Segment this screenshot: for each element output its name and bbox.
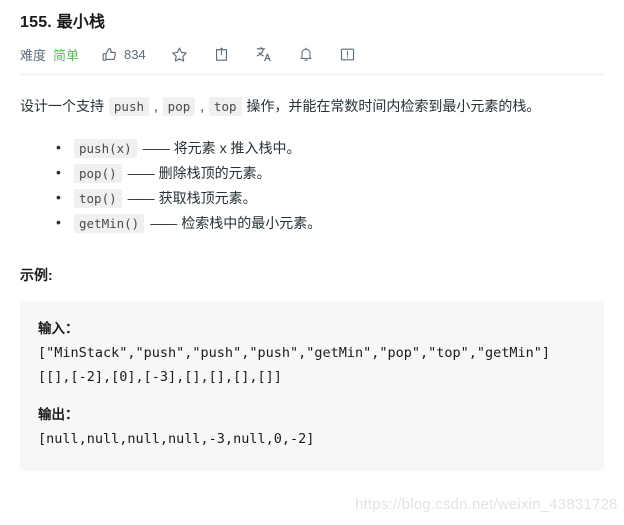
desc-text-1: 设计一个支持 [20,98,108,114]
report-icon [339,46,356,63]
input-line: ["MinStack","push","push","push","getMin… [38,345,551,361]
operation-dash: —— [127,190,155,206]
operation-code: push(x) [74,139,137,158]
code-spacer [38,389,586,403]
bell-icon [298,46,314,63]
desc-sep-2: , [196,98,208,114]
operation-text: 删除栈顶的元素。 [158,165,271,181]
input-label: 输入： [38,321,79,337]
operation-text: 获取栈顶元素。 [158,190,257,206]
inline-code-pop: pop [162,97,196,116]
operation-text: 检索栈中的最小元素。 [181,215,322,231]
operation-dash: —— [142,140,170,156]
difficulty-value: 简单 [53,47,80,63]
list-item: push(x) ——将元素 x 推入栈中。 [56,135,604,161]
desc-text-2: 操作，并能在常数时间内检索到最小元素的栈。 [242,98,541,114]
list-item: pop() ——删除栈顶的元素。 [56,160,604,186]
report-button[interactable] [339,46,356,63]
operation-dash: —— [150,215,177,231]
page-title: 155. 最小栈 [20,14,106,31]
input-line: [[],[-2],[0],[-3],[],[],[],[]] [38,369,282,385]
difficulty-label: 难度 [20,47,47,63]
operation-code: getMin() [74,214,145,233]
example-code-block: 输入： ["MinStack","push","push","push","ge… [20,301,604,471]
list-item: top() ——获取栈顶元素。 [56,185,604,211]
translate-icon [255,45,273,63]
operation-text: 将元素 x 推入栈中。 [173,140,301,156]
meta-row: 难度 简单 834 [20,37,604,71]
share-button[interactable] [213,46,230,63]
output-label: 输出： [38,407,79,423]
operation-code: top() [74,189,122,208]
problem-description: 设计一个支持 push , pop , top 操作，并能在常数时间内检索到最小… [20,93,604,120]
star-icon [171,46,188,63]
output-line: [null,null,null,null,-3,null,0,-2] [38,431,315,447]
like-button[interactable]: 834 [101,46,146,63]
notification-button[interactable] [298,46,314,63]
desc-sep-1: , [150,98,162,114]
operation-dash: —— [127,165,155,181]
watermark: https://blog.csdn.net/weixin_43831728 [355,496,618,513]
share-icon [213,46,230,63]
example-heading: 示例: [20,267,53,283]
operations-list: push(x)——将元素 x 推入栈中。 pop()——删除栈顶的元素。 top… [20,135,604,236]
operation-code: pop() [74,164,122,183]
inline-code-top: top [208,97,242,116]
list-item: getMin() ——检索栈中的最小元素。 [56,210,604,236]
inline-code-push: push [108,97,149,116]
header-divider [20,74,604,75]
problem-page: 155. 最小栈 难度 简单 834 设计一个支持 push , pop , t… [0,0,624,525]
like-count: 834 [124,46,146,62]
translate-button[interactable] [255,45,273,63]
favorite-button[interactable] [171,46,188,63]
thumbs-up-icon [101,46,118,63]
